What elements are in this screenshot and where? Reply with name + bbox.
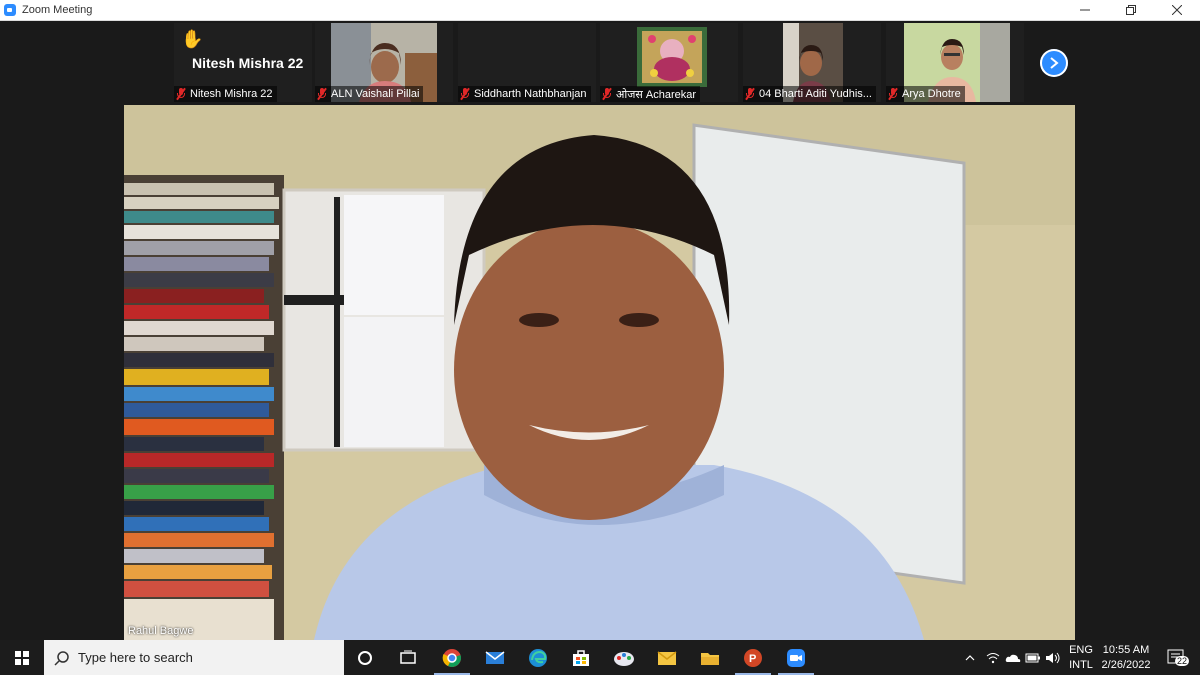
participant-name: Siddharth Nathbhanjan xyxy=(474,88,587,100)
participant-filmstrip: ✋ Nitesh Mishra 22 Nitesh Mishra 22 ALN … xyxy=(0,21,1200,103)
chevron-right-icon xyxy=(1050,57,1059,69)
sticky-notes-taskbar-button[interactable] xyxy=(645,640,689,675)
notification-center-button[interactable]: 22 xyxy=(1160,640,1194,675)
participant-tile[interactable]: Arya Dhotre xyxy=(886,23,1024,102)
taskbar: Type here to search P ENG INTL 10:55 AM … xyxy=(0,640,1200,675)
show-hidden-icons-button[interactable] xyxy=(960,640,980,675)
taskbar-search-box[interactable]: Type here to search xyxy=(44,640,344,675)
edge-icon xyxy=(529,648,547,667)
battery-button[interactable] xyxy=(1023,640,1043,675)
edge-taskbar-button[interactable] xyxy=(516,640,560,675)
mic-muted-icon xyxy=(317,87,327,101)
task-view-button[interactable] xyxy=(386,640,430,675)
input-language-button[interactable]: ENG INTL xyxy=(1066,640,1096,675)
wifi-icon xyxy=(986,652,1000,663)
speaker-video-frame xyxy=(124,105,1075,640)
store-taskbar-button[interactable] xyxy=(559,640,603,675)
restore-button[interactable] xyxy=(1108,0,1154,20)
keyboard-layout: INTL xyxy=(1069,658,1093,671)
minimize-icon xyxy=(1080,9,1090,11)
restore-icon xyxy=(1126,5,1136,15)
close-icon xyxy=(1172,5,1182,15)
mail-taskbar-button[interactable] xyxy=(473,640,517,675)
window-controls xyxy=(1062,0,1200,20)
participant-tile[interactable]: 04 Bharti Aditi Yudhis... xyxy=(743,23,881,102)
mic-muted-icon xyxy=(460,87,470,101)
active-speaker-video: Rahul Bagwe xyxy=(124,105,1075,640)
minimize-button[interactable] xyxy=(1062,0,1108,20)
cloud-icon xyxy=(1005,654,1021,662)
paint-icon xyxy=(614,651,634,666)
start-button[interactable] xyxy=(0,640,44,675)
chrome-icon xyxy=(442,648,461,667)
paint-taskbar-button[interactable] xyxy=(602,640,646,675)
onedrive-button[interactable] xyxy=(1003,640,1023,675)
title-bar: Zoom Meeting xyxy=(0,0,1200,21)
cortana-icon xyxy=(358,650,372,665)
mic-muted-icon xyxy=(176,87,186,101)
powerpoint-icon: P xyxy=(744,648,762,667)
participant-tile[interactable]: ओजस Acharekar xyxy=(600,23,738,102)
mic-muted-icon xyxy=(745,87,755,101)
file-explorer-taskbar-button[interactable] xyxy=(688,640,732,675)
clock-button[interactable]: 10:55 AM 2/26/2022 xyxy=(1098,640,1154,675)
participant-namebar: ALN Vaishali Pillai xyxy=(315,86,424,102)
network-button[interactable] xyxy=(983,640,1003,675)
powerpoint-taskbar-button[interactable]: P xyxy=(731,640,775,675)
cortana-button[interactable] xyxy=(343,640,387,675)
language-code: ENG xyxy=(1069,643,1093,656)
zoom-taskbar-button[interactable] xyxy=(774,640,818,675)
folder-icon xyxy=(701,652,719,665)
raised-hand-icon: ✋ xyxy=(181,29,204,49)
mic-muted-icon xyxy=(888,87,898,101)
participant-tile[interactable]: ALN Vaishali Pillai xyxy=(315,23,453,102)
notes-icon xyxy=(657,650,677,665)
participant-name: 04 Bharti Aditi Yudhis... xyxy=(759,88,872,100)
mail-icon xyxy=(485,650,505,664)
participant-name: ALN Vaishali Pillai xyxy=(331,88,420,100)
participant-tile[interactable]: Siddharth Nathbhanjan xyxy=(458,23,596,102)
store-icon xyxy=(573,649,589,666)
windows-logo-icon xyxy=(15,650,29,665)
participant-namebar: Arya Dhotre xyxy=(886,86,965,102)
chevron-up-icon xyxy=(965,654,975,660)
window-title: Zoom Meeting xyxy=(22,4,93,16)
volume-button[interactable] xyxy=(1043,640,1063,675)
next-page-button[interactable] xyxy=(1040,49,1068,77)
participant-display-name: Nitesh Mishra 22 xyxy=(192,55,304,71)
chrome-taskbar-button[interactable] xyxy=(430,640,474,675)
close-button[interactable] xyxy=(1154,0,1200,20)
zoom-icon xyxy=(787,648,805,667)
participant-name: Arya Dhotre xyxy=(902,88,961,100)
task-view-icon xyxy=(400,650,416,664)
participant-name: Nitesh Mishra 22 xyxy=(190,88,273,100)
battery-icon xyxy=(1025,653,1040,662)
participant-namebar: ओजस Acharekar xyxy=(600,86,701,102)
participant-tile[interactable]: ✋ Nitesh Mishra 22 Nitesh Mishra 22 xyxy=(174,23,312,102)
speaker-icon xyxy=(1046,652,1060,663)
search-placeholder: Type here to search xyxy=(78,650,193,665)
search-icon xyxy=(54,650,69,666)
participant-namebar: Siddharth Nathbhanjan xyxy=(458,86,591,102)
participant-name: ओजस Acharekar xyxy=(616,88,697,101)
participant-namebar: Nitesh Mishra 22 xyxy=(174,86,277,102)
svg-text:P: P xyxy=(749,653,756,665)
participant-namebar: 04 Bharti Aditi Yudhis... xyxy=(743,86,876,102)
notification-count: 22 xyxy=(1175,656,1190,666)
clock-date: 2/26/2022 xyxy=(1101,658,1151,671)
speaker-name-label: Rahul Bagwe xyxy=(128,625,194,637)
mic-muted-icon xyxy=(602,87,612,101)
zoom-app-icon xyxy=(4,4,16,16)
clock-time: 10:55 AM xyxy=(1102,643,1150,656)
